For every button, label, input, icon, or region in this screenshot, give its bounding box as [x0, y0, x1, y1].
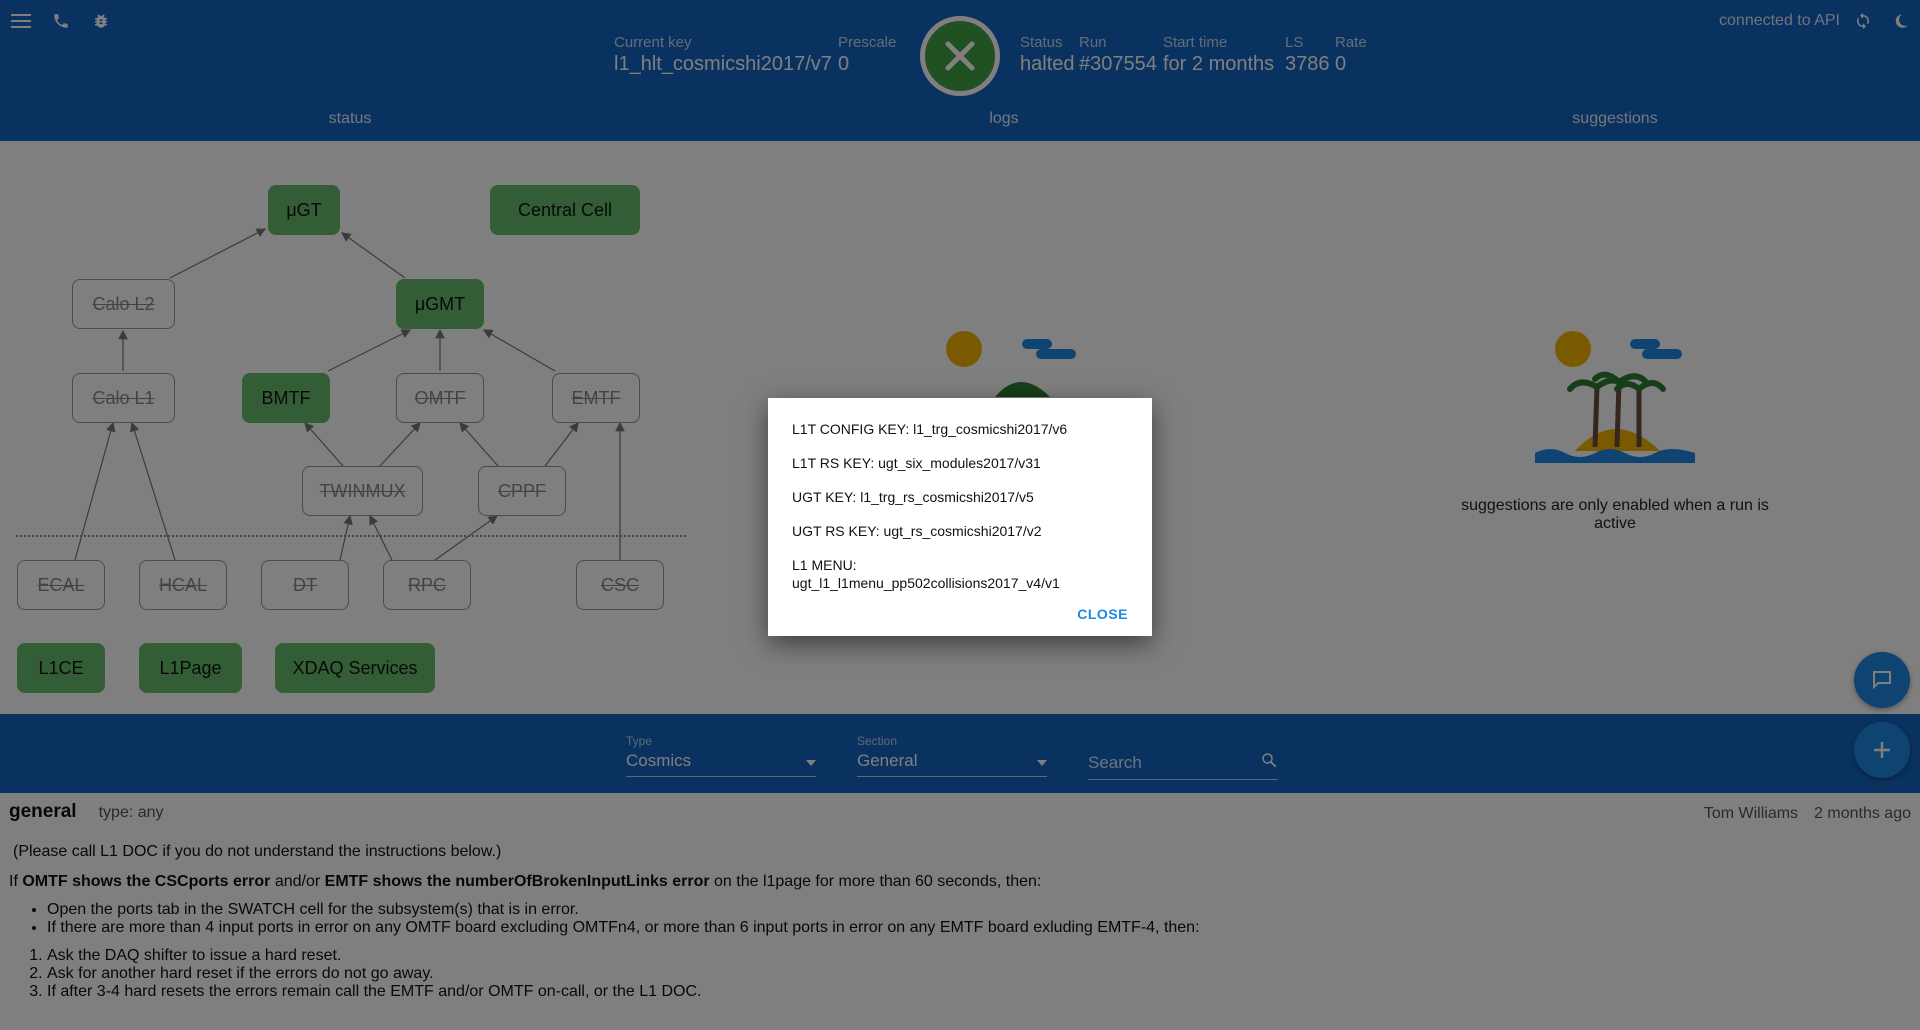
dialog-l1t-rs-key: L1T RS KEY: ugt_six_modules2017/v31 — [792, 455, 1041, 471]
dialog-ugt-rs-key: UGT RS KEY: ugt_rs_cosmicshi2017/v2 — [792, 523, 1042, 539]
close-button[interactable]: CLOSE — [1077, 606, 1128, 622]
dialog-l1t-config-key: L1T CONFIG KEY: l1_trg_cosmicshi2017/v6 — [792, 421, 1068, 437]
dialog-l1-menu: L1 MENU: ugt_l1_l1menu_pp502collisions20… — [792, 557, 1060, 591]
config-keys-dialog: L1T CONFIG KEY: l1_trg_cosmicshi2017/v6 … — [768, 398, 1152, 636]
dialog-ugt-key: UGT KEY: l1_trg_rs_cosmicshi2017/v5 — [792, 489, 1034, 505]
